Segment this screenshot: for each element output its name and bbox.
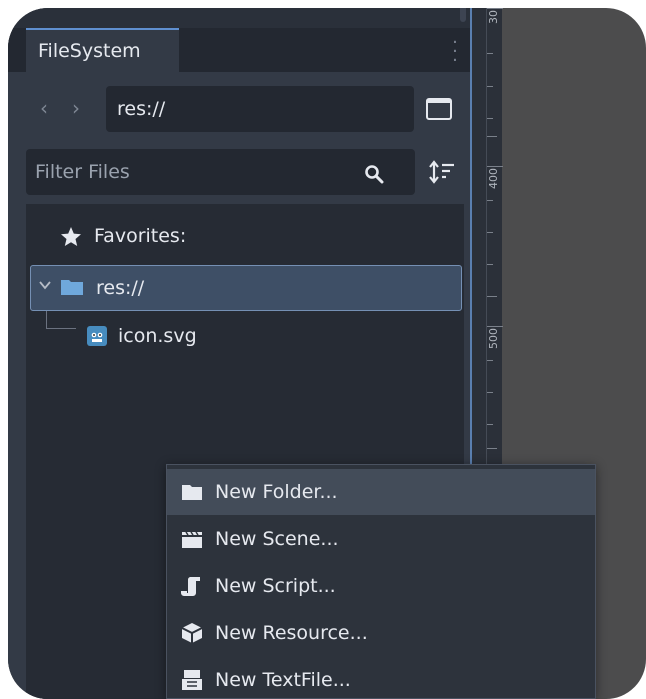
godot-icon bbox=[87, 326, 107, 346]
chevron-left-icon[interactable]: ‹ bbox=[33, 94, 55, 122]
split-view-toggle-icon[interactable] bbox=[426, 98, 452, 120]
menu-item-new-scene[interactable]: New Scene... bbox=[167, 516, 595, 562]
ruler-tick bbox=[487, 448, 497, 449]
ruler-tick bbox=[487, 232, 493, 233]
script-icon bbox=[181, 577, 200, 596]
ruler-tick bbox=[487, 392, 493, 393]
tree-guide-line bbox=[46, 311, 47, 328]
context-menu: New Folder... New Scene... New Script... bbox=[166, 464, 596, 699]
resize-handle[interactable] bbox=[460, 8, 466, 22]
chevron-down-icon[interactable] bbox=[38, 278, 52, 292]
menu-item-label: New Resource... bbox=[215, 622, 368, 644]
clapperboard-icon bbox=[182, 531, 202, 548]
cube-icon bbox=[181, 623, 203, 643]
ruler-tick bbox=[487, 166, 503, 167]
vertical-dots-icon[interactable]: · · · bbox=[448, 34, 462, 70]
ruler-tick bbox=[487, 53, 493, 54]
ruler-label: 400 bbox=[487, 168, 500, 189]
folder-icon bbox=[61, 280, 83, 295]
menu-item-label: New TextFile... bbox=[215, 669, 351, 691]
ruler-tick bbox=[487, 424, 493, 425]
tree-guide-line bbox=[46, 328, 76, 329]
menu-item-new-resource[interactable]: New Resource... bbox=[167, 610, 595, 656]
sort-icon[interactable] bbox=[428, 160, 458, 184]
tree-item-label: res:// bbox=[96, 277, 145, 299]
menu-item-label: New Scene... bbox=[215, 528, 339, 550]
menu-item-new-folder[interactable]: New Folder... bbox=[167, 469, 595, 515]
menu-item-new-script[interactable]: New Script... bbox=[167, 563, 595, 609]
ruler-tick bbox=[487, 200, 493, 201]
ruler-tick bbox=[487, 264, 493, 265]
ruler-tick bbox=[487, 360, 493, 361]
tab-filesystem[interactable]: FileSystem bbox=[26, 28, 179, 72]
menu-item-new-textfile[interactable]: New TextFile... bbox=[167, 657, 595, 699]
ruler-label: 30 bbox=[487, 10, 500, 24]
ruler-tick bbox=[487, 118, 493, 119]
tree-item-res-root[interactable] bbox=[30, 265, 462, 311]
tree-item-label[interactable]: icon.svg bbox=[118, 318, 197, 354]
path-input[interactable]: res:// bbox=[106, 86, 414, 132]
chevron-right-icon[interactable]: › bbox=[65, 94, 87, 122]
ruler-tick bbox=[487, 86, 493, 87]
menu-item-label: New Script... bbox=[215, 575, 336, 597]
filter-files-input[interactable]: Filter Files bbox=[26, 149, 415, 195]
favorites-label[interactable]: Favorites: bbox=[60, 219, 186, 253]
search-icon bbox=[365, 165, 384, 184]
ruler-tick bbox=[487, 8, 503, 9]
ruler-tick bbox=[487, 326, 503, 327]
text-file-icon bbox=[182, 670, 202, 690]
ruler-tick bbox=[487, 136, 497, 137]
folder-icon bbox=[182, 485, 202, 500]
ruler-label: 500 bbox=[487, 328, 500, 349]
dock-top-strip bbox=[8, 8, 470, 28]
ruler-tick bbox=[487, 296, 497, 297]
editor-window: FileSystem · · · ‹ › res:// Filter Files F… bbox=[8, 8, 646, 699]
dock-tab-bar: FileSystem · · · bbox=[8, 28, 470, 72]
menu-item-label: New Folder... bbox=[215, 481, 338, 503]
